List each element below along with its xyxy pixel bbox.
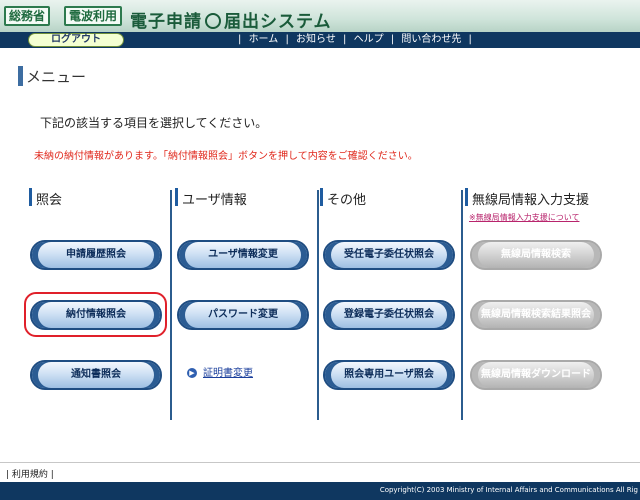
terms-link-container: | 利用規約 | [6,470,54,480]
instruction-text: 下記の該当する項目を選択してください。 [40,116,268,130]
page-title: メニュー [26,68,87,86]
terms-link[interactable]: 利用規約 [12,470,48,480]
station-support-info-link[interactable]: ※無線局情報入力支援について [469,212,579,223]
nav-news-link[interactable]: お知らせ [296,34,336,45]
system-title-separator-icon [205,13,221,29]
inquiry-only-user-button[interactable]: 照会専用ユーザ照会 [323,360,455,390]
copyright-text: Copyright(C) 2003 Ministry of Internal A… [379,486,638,494]
column-divider [170,190,172,420]
system-title: 電子申請 届出システム [130,7,332,32]
top-nav-links: | ホーム | お知らせ | ヘルプ | 問い合わせ先 | [238,34,472,45]
ministry-badge: 総務省 [4,6,51,26]
nav-home-link[interactable]: ホーム [249,34,279,45]
footer-divider [0,462,640,463]
certificate-change-link[interactable]: ▶ 証明書変更 [187,364,253,379]
system-title-part2: 届出システム [224,12,332,32]
logout-button[interactable]: ログアウト [28,33,124,47]
registered-delegation-button[interactable]: 登録電子委任状照会 [323,300,455,330]
nav-contact-link[interactable]: 問い合わせ先 [401,34,461,45]
station-search-button[interactable]: 無線局情報検索 [470,240,602,270]
password-change-button[interactable]: パスワード変更 [177,300,309,330]
column-divider [461,190,463,420]
column-divider [317,190,319,420]
notice-inquiry-button[interactable]: 通知書照会 [30,360,162,390]
page-root: 総務省 電波利用 電子申請 届出システム ログアウト | ホーム | お知らせ |… [0,0,640,500]
app-header: 総務省 電波利用 電子申請 届出システム [0,0,640,32]
station-download-button[interactable]: 無線局情報ダウンロード [470,360,602,390]
unpaid-notice: 未納の納付情報があります。「納付情報照会」ボタンを押して内容をご確認ください。 [34,151,418,162]
station-search-result-button[interactable]: 無線局情報検索結果照会 [470,300,602,330]
application-history-button[interactable]: 申請履歴照会 [30,240,162,270]
received-delegation-button[interactable]: 受任電子委任状照会 [323,240,455,270]
radio-use-badge: 電波利用 [64,6,123,26]
page-title-marker [18,66,23,86]
system-title-part1: 電子申請 [130,12,202,32]
right-arrow-circle-icon: ▶ [187,368,197,378]
nav-help-link[interactable]: ヘルプ [354,34,384,45]
user-info-change-button[interactable]: ユーザ情報変更 [177,240,309,270]
highlight-circle [24,292,167,337]
